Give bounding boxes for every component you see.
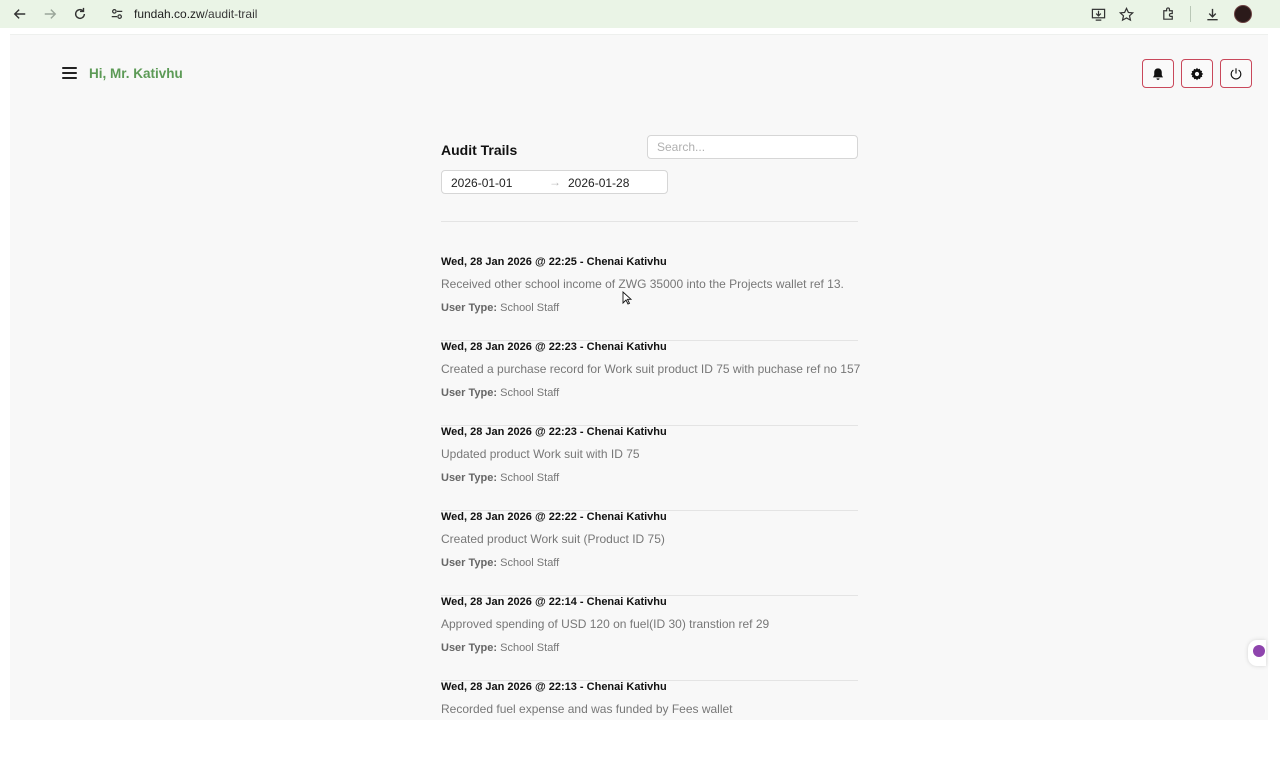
- user-type-label: User Type:: [441, 387, 498, 399]
- entry-description: Approved spending of USD 120 on fuel(ID …: [441, 617, 770, 631]
- entry-description: Recorded fuel expense and was funded by …: [441, 702, 733, 716]
- entry-description: Received other school income of ZWG 3500…: [441, 277, 844, 291]
- entry-heading: Wed, 28 Jan 2026 @ 22:23 - Chenai Kativh…: [441, 341, 667, 353]
- user-type-value: School Staff: [500, 302, 560, 314]
- audit-entries-list: Wed, 28 Jan 2026 @ 22:25 - Chenai Kativh…: [441, 256, 861, 766]
- reload-icon: [74, 7, 86, 20]
- url-text: fundah.co.zw/audit-trail: [134, 7, 257, 21]
- date-to[interactable]: 2026-01-28: [568, 176, 629, 190]
- gear-icon: [1190, 67, 1204, 80]
- entry-user-type: User Type: School Staff: [441, 472, 559, 484]
- arrow-left-icon: [13, 9, 26, 19]
- star-icon: [1118, 6, 1134, 21]
- date-range-arrow: →: [549, 175, 561, 189]
- date-range-picker[interactable]: 2026-01-01 → 2026-01-28: [441, 170, 668, 194]
- audit-entry: Wed, 28 Jan 2026 @ 22:13 - Chenai Kativh…: [441, 681, 858, 766]
- url-domain: fundah.co.zw: [134, 7, 205, 21]
- user-type-label: User Type:: [441, 302, 498, 314]
- entry-description: Updated product Work suit with ID 75: [441, 447, 640, 461]
- settings-button[interactable]: [1181, 59, 1213, 88]
- entry-heading: Wed, 28 Jan 2026 @ 22:22 - Chenai Kativh…: [441, 511, 667, 523]
- entry-heading: Wed, 28 Jan 2026 @ 22:14 - Chenai Kativh…: [441, 596, 667, 608]
- widget-icon: [1253, 645, 1265, 657]
- audit-entry: Wed, 28 Jan 2026 @ 22:25 - Chenai Kativh…: [441, 256, 858, 341]
- profile-avatar[interactable]: [1234, 5, 1252, 23]
- reload-button[interactable]: [68, 2, 92, 26]
- extensions-button[interactable]: [1158, 4, 1178, 24]
- entry-heading: Wed, 28 Jan 2026 @ 22:13 - Chenai Kativh…: [441, 681, 667, 693]
- power-icon: [1230, 67, 1242, 79]
- forward-button[interactable]: [38, 2, 62, 26]
- arrow-right-icon: [44, 9, 57, 19]
- entry-user-type: User Type: School Staff: [441, 642, 559, 654]
- audit-entry: Wed, 28 Jan 2026 @ 22:23 - Chenai Kativh…: [441, 426, 858, 511]
- url-path: /audit-trail: [204, 7, 258, 21]
- logout-button[interactable]: [1220, 59, 1252, 88]
- toolbar-separator: [1190, 6, 1191, 22]
- downloads-button[interactable]: [1202, 4, 1222, 24]
- bookmark-button[interactable]: [1116, 4, 1136, 24]
- page: Hi, Mr. Kativhu Audit Trails 2026-01-01 …: [10, 34, 1268, 720]
- audit-entry: Wed, 28 Jan 2026 @ 22:23 - Chenai Kativh…: [441, 341, 861, 426]
- address-bar[interactable]: fundah.co.zw/audit-trail: [104, 2, 1084, 26]
- entry-description: Created product Work suit (Product ID 75…: [441, 532, 665, 546]
- download-icon: [1206, 8, 1218, 20]
- user-type-value: School Staff: [500, 387, 560, 399]
- install-icon: [1091, 8, 1105, 21]
- notifications-button[interactable]: [1142, 59, 1174, 88]
- user-type-label: User Type:: [441, 557, 498, 569]
- divider: [441, 221, 858, 222]
- puzzle-icon: [1162, 6, 1173, 20]
- entry-description: Created a purchase record for Work suit …: [441, 362, 861, 376]
- mouse-cursor-icon: [622, 291, 632, 305]
- entry-heading: Wed, 28 Jan 2026 @ 22:25 - Chenai Kativh…: [441, 256, 667, 268]
- date-from[interactable]: 2026-01-01: [451, 176, 512, 190]
- user-type-value: School Staff: [500, 472, 560, 484]
- audit-entry: Wed, 28 Jan 2026 @ 22:22 - Chenai Kativh…: [441, 511, 858, 596]
- user-type-label: User Type:: [441, 472, 498, 484]
- entry-heading: Wed, 28 Jan 2026 @ 22:23 - Chenai Kativh…: [441, 426, 667, 438]
- site-settings-icon[interactable]: [110, 7, 124, 21]
- user-type-value: School Staff: [500, 642, 560, 654]
- menu-icon[interactable]: [62, 67, 77, 79]
- page-title: Audit Trails: [441, 142, 518, 158]
- user-type-label: User Type:: [441, 642, 498, 654]
- bell-icon: [1153, 67, 1163, 80]
- entry-user-type: User Type: School Staff: [441, 302, 559, 314]
- entry-user-type: User Type: School Staff: [441, 387, 559, 399]
- browser-toolbar: fundah.co.zw/audit-trail: [0, 0, 1280, 28]
- back-button[interactable]: [8, 2, 32, 26]
- user-type-value: School Staff: [500, 557, 560, 569]
- install-app-button[interactable]: [1088, 4, 1108, 24]
- entry-user-type: User Type: School Staff: [441, 557, 559, 569]
- search-input[interactable]: [647, 135, 858, 159]
- audit-entry: Wed, 28 Jan 2026 @ 22:14 - Chenai Kativh…: [441, 596, 858, 681]
- greeting-text: Hi, Mr. Kativhu: [89, 66, 183, 81]
